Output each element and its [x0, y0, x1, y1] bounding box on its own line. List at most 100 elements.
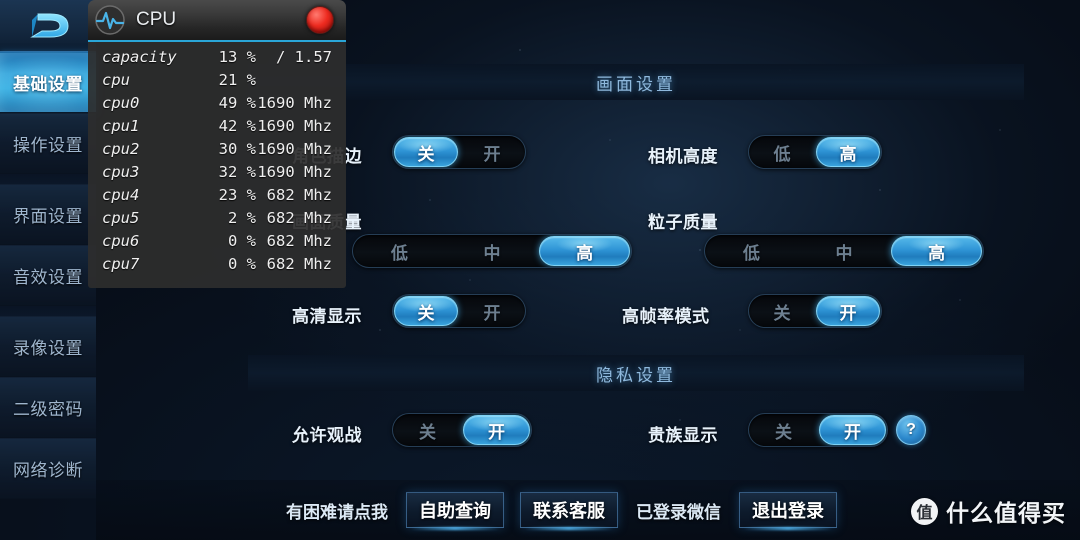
toggle-option-high[interactable]: 高 [815, 136, 881, 168]
cpu-stat-row: capacity 13 % / 1.57 [102, 48, 332, 71]
section-header-display: 画面设置 [248, 64, 1024, 100]
cpu-stat-row: cpu3 32 % 1690 Mhz [102, 163, 332, 186]
sidebar-divider [0, 174, 96, 184]
cpu-stat-percent: 2 % [228, 209, 256, 227]
cpu-stat-freq: 1690 Mhz [257, 94, 332, 112]
smzdm-logo-icon: 值 [911, 497, 938, 525]
game-logo-icon [30, 13, 69, 37]
watermark: 值 什么值得买 [911, 494, 1066, 528]
label-hd-display: 高清显示 [292, 307, 362, 326]
cpu-stat-row: cpu2 30 % 1690 Mhz [102, 140, 332, 163]
sidebar: 基础设置 操作设置 界面设置 音效设置 录像设置 二级密码 网络诊断 [0, 0, 96, 540]
selector-option-low[interactable]: 低 [353, 235, 446, 267]
sidebar-item-network-diagnostics[interactable]: 网络诊断 [0, 438, 96, 499]
cpu-stat-percent: 21 % [218, 71, 256, 89]
sidebar-item-label: 录像设置 [13, 339, 83, 358]
toggle-option-off[interactable]: 关 [393, 295, 459, 327]
sidebar-item-secondary-password[interactable]: 二级密码 [0, 377, 96, 438]
sidebar-item-interface-settings[interactable]: 界面设置 [0, 184, 96, 245]
section-title: 隐私设置 [596, 365, 676, 385]
cpu-overlay-header[interactable]: CPU [88, 0, 346, 42]
toggle-option-off[interactable]: 关 [749, 295, 815, 327]
toggle-high-framerate-mode[interactable]: 关 开 [748, 294, 882, 328]
selector-option-high[interactable]: 高 [538, 235, 631, 267]
self-service-button[interactable]: 自助查询 [406, 492, 504, 528]
selector-option-medium[interactable]: 中 [446, 235, 539, 267]
app-logo-container [0, 0, 96, 52]
sidebar-item-recording-settings[interactable]: 录像设置 [0, 316, 96, 377]
cpu-stat-freq: 1690 Mhz [257, 163, 332, 181]
cpu-stat-name: cpu3 [102, 163, 140, 181]
toggle-option-on[interactable]: 开 [459, 295, 525, 327]
cpu-stat-percent: 42 % [218, 117, 256, 135]
cpu-stat-name: cpu5 [102, 209, 140, 227]
toggle-camera-height[interactable]: 低 高 [748, 135, 882, 169]
cpu-stat-percent: 0 % [228, 255, 256, 273]
cpu-stat-freq: 1690 Mhz [257, 140, 332, 158]
selector-graphics-quality[interactable]: 低 中 高 [352, 234, 632, 268]
toggle-character-outline[interactable]: 关 开 [392, 135, 526, 169]
toggle-allow-spectate[interactable]: 关 开 [392, 413, 532, 447]
record-button-icon[interactable] [306, 6, 334, 34]
cpu-stat-name: cpu1 [102, 117, 140, 135]
toggle-hd-display[interactable]: 关 开 [392, 294, 526, 328]
cpu-stat-name: cpu0 [102, 94, 140, 112]
cpu-stat-row: cpu0 49 % 1690 Mhz [102, 94, 332, 117]
sidebar-item-basic-settings[interactable]: 基础设置 [0, 52, 96, 113]
toggle-option-off[interactable]: 关 [393, 136, 459, 168]
cpu-stat-percent: 13 % [218, 48, 256, 66]
cpu-stat-percent: 0 % [228, 232, 256, 250]
sidebar-divider [0, 306, 96, 316]
watermark-text: 什么值得买 [946, 500, 1066, 526]
toggle-option-on[interactable]: 开 [815, 295, 881, 327]
toggle-noble-display[interactable]: 关 开 [748, 413, 888, 447]
cpu-stat-name: cpu6 [102, 232, 140, 250]
cpu-stat-freq: / 1.57 [276, 48, 332, 66]
toggle-option-on[interactable]: 开 [462, 414, 531, 446]
selector-option-low[interactable]: 低 [705, 235, 798, 267]
cpu-stat-name: cpu [102, 71, 130, 89]
cpu-stat-row: cpu6 0 % 682 Mhz [102, 232, 332, 255]
toggle-option-low[interactable]: 低 [749, 136, 815, 168]
sidebar-item-label: 网络诊断 [13, 461, 83, 480]
toggle-option-on[interactable]: 开 [459, 136, 525, 168]
cpu-overlay-title: CPU [136, 9, 177, 30]
cpu-stat-freq: 682 Mhz [266, 232, 332, 250]
cpu-stat-row: cpu7 0 % 682 Mhz [102, 255, 332, 278]
cpu-stat-row: cpu 21 % [102, 71, 332, 94]
help-icon[interactable]: ? [896, 415, 926, 445]
help-prompt-text: 有困难请点我 [286, 502, 388, 522]
cpu-stat-row: cpu5 2 % 682 Mhz [102, 209, 332, 232]
cpu-stat-freq: 682 Mhz [266, 209, 332, 227]
pulse-icon [95, 5, 125, 35]
sidebar-item-control-settings[interactable]: 操作设置 [0, 113, 96, 174]
logout-button[interactable]: 退出登录 [739, 492, 837, 528]
toggle-option-off[interactable]: 关 [393, 414, 462, 446]
game-settings-screen: 基础设置 操作设置 界面设置 音效设置 录像设置 二级密码 网络诊断 画面设置 … [0, 0, 1080, 540]
cpu-stat-freq: 682 Mhz [266, 255, 332, 273]
cpu-stat-percent: 49 % [218, 94, 256, 112]
sidebar-item-label: 操作设置 [13, 136, 83, 155]
cpu-stat-name: cpu2 [102, 140, 140, 158]
label-camera-height: 相机高度 [648, 147, 718, 166]
sidebar-item-label: 基础设置 [13, 75, 83, 94]
cpu-stat-row: cpu4 23 % 682 Mhz [102, 186, 332, 209]
section-title: 画面设置 [596, 74, 676, 94]
selector-option-medium[interactable]: 中 [798, 235, 891, 267]
cpu-stats-list: capacity 13 % / 1.57 cpu 21 % cpu0 49 % … [88, 42, 346, 288]
cpu-stat-name: capacity [102, 48, 177, 66]
sidebar-menu: 基础设置 操作设置 界面设置 音效设置 录像设置 二级密码 网络诊断 [0, 52, 96, 499]
sidebar-item-audio-settings[interactable]: 音效设置 [0, 245, 96, 306]
cpu-stat-row: cpu1 42 % 1690 Mhz [102, 117, 332, 140]
label-particle-quality: 粒子质量 [648, 213, 718, 232]
label-high-framerate-mode: 高帧率模式 [622, 307, 710, 326]
label-allow-spectate: 允许观战 [292, 426, 362, 445]
toggle-option-on[interactable]: 开 [818, 414, 887, 446]
cpu-stat-name: cpu7 [102, 255, 140, 273]
cpu-monitor-overlay[interactable]: CPU capacity 13 % / 1.57 cpu 21 % cpu0 4… [88, 0, 346, 288]
cpu-stat-freq: 682 Mhz [266, 186, 332, 204]
selector-option-high[interactable]: 高 [890, 235, 983, 267]
toggle-option-off[interactable]: 关 [749, 414, 818, 446]
selector-particle-quality[interactable]: 低 中 高 [704, 234, 984, 268]
contact-support-button[interactable]: 联系客服 [520, 492, 618, 528]
